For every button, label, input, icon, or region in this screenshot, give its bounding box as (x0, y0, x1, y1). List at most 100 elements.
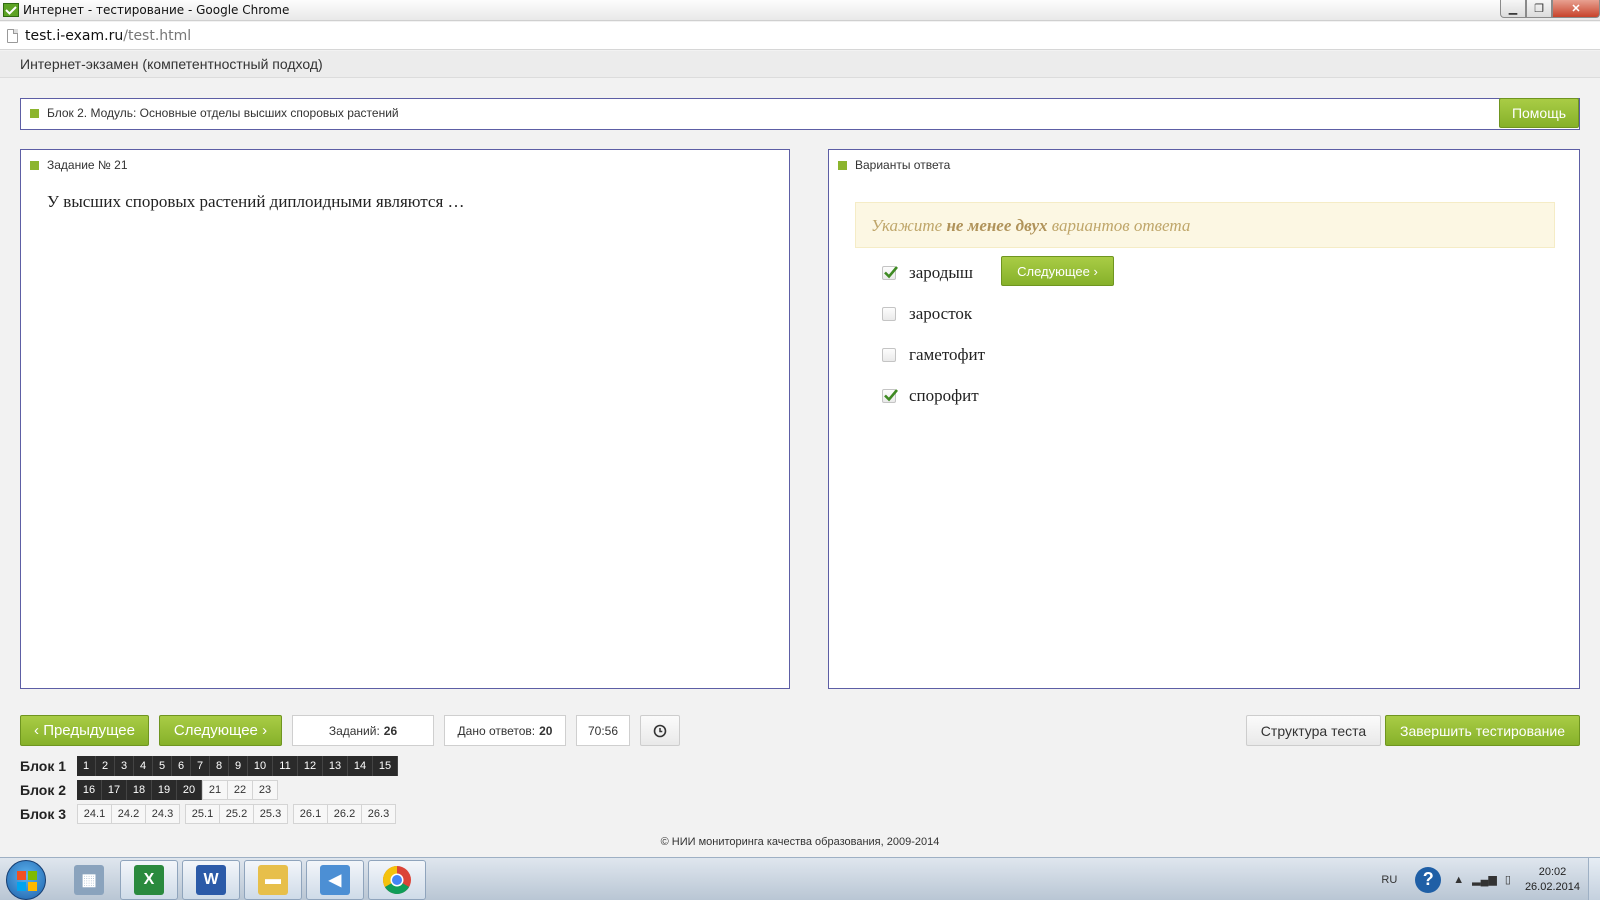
answer-option-label: гаметофит (909, 345, 986, 364)
task-cell[interactable]: 15 (373, 756, 398, 776)
taskbar-volume[interactable]: ◀ (306, 860, 364, 900)
taskbar-explorer[interactable]: ▬ (244, 860, 302, 900)
finish-test-button[interactable]: Завершить тестирование (1385, 715, 1580, 746)
task-cell[interactable]: 16 (77, 780, 102, 800)
restore-button[interactable]: ❐ (1526, 0, 1552, 18)
answer-option[interactable]: заросток (882, 302, 972, 326)
taskbar-calculator[interactable]: ▦ (60, 860, 118, 900)
task-cell[interactable]: 12 (298, 756, 323, 776)
clock[interactable]: 20:02 26.02.2014 (1525, 865, 1580, 895)
excel-icon: X (134, 865, 164, 895)
bullet-icon (30, 161, 39, 171)
task-title: Задание № 21 (30, 158, 128, 172)
answer-checkbox[interactable] (882, 348, 896, 362)
answer-checkbox[interactable] (882, 266, 898, 280)
block-cells: 16 17 18 19 20 21 22 23 (77, 780, 278, 800)
task-cell[interactable]: 17 (102, 780, 127, 800)
system-tray: RU ? ▲ ▂▄▆ ▯ 20:02 26.02.2014 (1381, 858, 1600, 900)
next-button[interactable]: Следующее › (159, 715, 282, 746)
chrome-icon (383, 866, 411, 894)
task-cell[interactable]: 22 (227, 780, 253, 800)
power-icon[interactable]: ▯ (1505, 873, 1511, 886)
taskbar-chrome[interactable] (368, 860, 426, 900)
address-bar[interactable]: test.i-exam.ru/test.html (0, 22, 1600, 50)
close-button[interactable]: ✕ (1552, 0, 1600, 18)
task-cell[interactable]: 4 (134, 756, 153, 776)
network-icon[interactable]: ▂▄▆ (1472, 873, 1497, 886)
window-titlebar: Интернет - тестирование - Google Chrome … (0, 0, 1600, 21)
answered-count: Дано ответов: 20 (444, 715, 566, 746)
question-text: У высших споровых растений диплоидными я… (47, 192, 465, 211)
language-indicator[interactable]: RU (1381, 874, 1397, 886)
help-icon[interactable]: ? (1415, 866, 1442, 893)
task-cell[interactable]: 7 (191, 756, 210, 776)
answer-next-button[interactable]: Следующее › (1001, 256, 1114, 286)
task-cell[interactable]: 20 (177, 780, 202, 800)
task-cell[interactable]: 9 (229, 756, 248, 776)
task-cell[interactable]: 21 (202, 780, 228, 800)
task-cell[interactable]: 26.2 (327, 804, 362, 824)
task-cell[interactable]: 18 (127, 780, 152, 800)
word-icon: W (196, 865, 226, 895)
app-header: Интернет-экзамен (компетентностный подхо… (0, 51, 1600, 78)
minimize-button[interactable]: ▁ (1500, 0, 1526, 18)
task-cell[interactable]: 19 (152, 780, 177, 800)
answer-option[interactable]: гаметофит (882, 343, 985, 367)
clock-icon (653, 724, 667, 737)
task-cell[interactable]: 26.3 (361, 804, 396, 824)
block-row-label: Блок 3 (20, 806, 67, 822)
task-cell[interactable]: 8 (210, 756, 229, 776)
taskbar-excel[interactable]: X (120, 860, 178, 900)
answer-option[interactable]: зародыш (882, 261, 973, 285)
task-cell[interactable]: 1 (77, 756, 96, 776)
task-cell[interactable]: 11 (273, 756, 298, 776)
explorer-icon: ▬ (258, 865, 288, 895)
page-icon (7, 28, 18, 43)
test-structure-button[interactable]: Структура теста (1246, 715, 1381, 746)
url-text[interactable]: test.i-exam.ru/test.html (25, 28, 191, 44)
task-cell[interactable]: 13 (323, 756, 348, 776)
question-panel: Задание № 21 У высших споровых растений … (20, 149, 790, 689)
task-cell[interactable]: 25.3 (253, 804, 288, 824)
block-row-1: Блок 1 1 2 3 4 5 6 7 8 9 10 11 12 13 14 … (20, 756, 398, 776)
clock-button[interactable] (640, 715, 680, 746)
bullet-icon (838, 161, 847, 171)
task-cell[interactable]: 25.2 (219, 804, 254, 824)
block-bar: Блок 2. Модуль: Основные отделы высших с… (20, 98, 1580, 130)
block-row-3: Блок 3 24.1 24.2 24.3 25.1 25.2 25.3 26.… (20, 804, 396, 824)
taskbar: ▦ X W ▬ ◀ RU ? ▲ ▂▄▆ ▯ 20:02 26.02.2014 (0, 857, 1600, 900)
previous-button[interactable]: ‹ Предыдущее (20, 715, 149, 746)
answer-option[interactable]: спорофит (882, 384, 979, 408)
windows-logo-icon (17, 871, 37, 891)
block-row-2: Блок 2 16 17 18 19 20 21 22 23 (20, 780, 278, 800)
task-cell[interactable]: 26.1 (293, 804, 328, 824)
answer-checkbox[interactable] (882, 307, 896, 321)
task-cell[interactable]: 10 (248, 756, 273, 776)
answer-option-label: заросток (909, 304, 973, 323)
task-cell[interactable]: 24.3 (145, 804, 180, 824)
task-cell[interactable]: 5 (153, 756, 172, 776)
task-cell[interactable]: 6 (172, 756, 191, 776)
tray-expand-icon[interactable]: ▲ (1453, 874, 1464, 886)
help-button[interactable]: Помощь (1499, 98, 1579, 128)
start-button[interactable] (6, 860, 46, 900)
task-cell[interactable]: 23 (252, 780, 278, 800)
block-label: Блок 2. Модуль: Основные отделы высших с… (30, 106, 399, 120)
task-cell[interactable]: 14 (348, 756, 373, 776)
task-cell[interactable]: 3 (115, 756, 134, 776)
task-cell[interactable]: 25.1 (185, 804, 220, 824)
timer: 70:56 (576, 715, 630, 746)
show-desktop-button[interactable] (1588, 858, 1600, 900)
taskbar-word[interactable]: W (182, 860, 240, 900)
app-favicon-icon (3, 3, 19, 17)
task-cell[interactable]: 24.1 (77, 804, 112, 824)
block-cells: 1 2 3 4 5 6 7 8 9 10 11 12 13 14 15 (77, 756, 398, 776)
block-row-label: Блок 1 (20, 758, 67, 774)
answer-checkbox[interactable] (882, 389, 898, 403)
window-title: Интернет - тестирование - Google Chrome (23, 3, 290, 17)
task-cell[interactable]: 24.2 (111, 804, 146, 824)
answer-hint: Укажите не менее двух вариантов ответа (855, 202, 1555, 248)
task-cell[interactable]: 2 (96, 756, 115, 776)
chevron-left-icon: ‹ (34, 722, 40, 739)
chevron-right-icon: › (262, 722, 268, 739)
